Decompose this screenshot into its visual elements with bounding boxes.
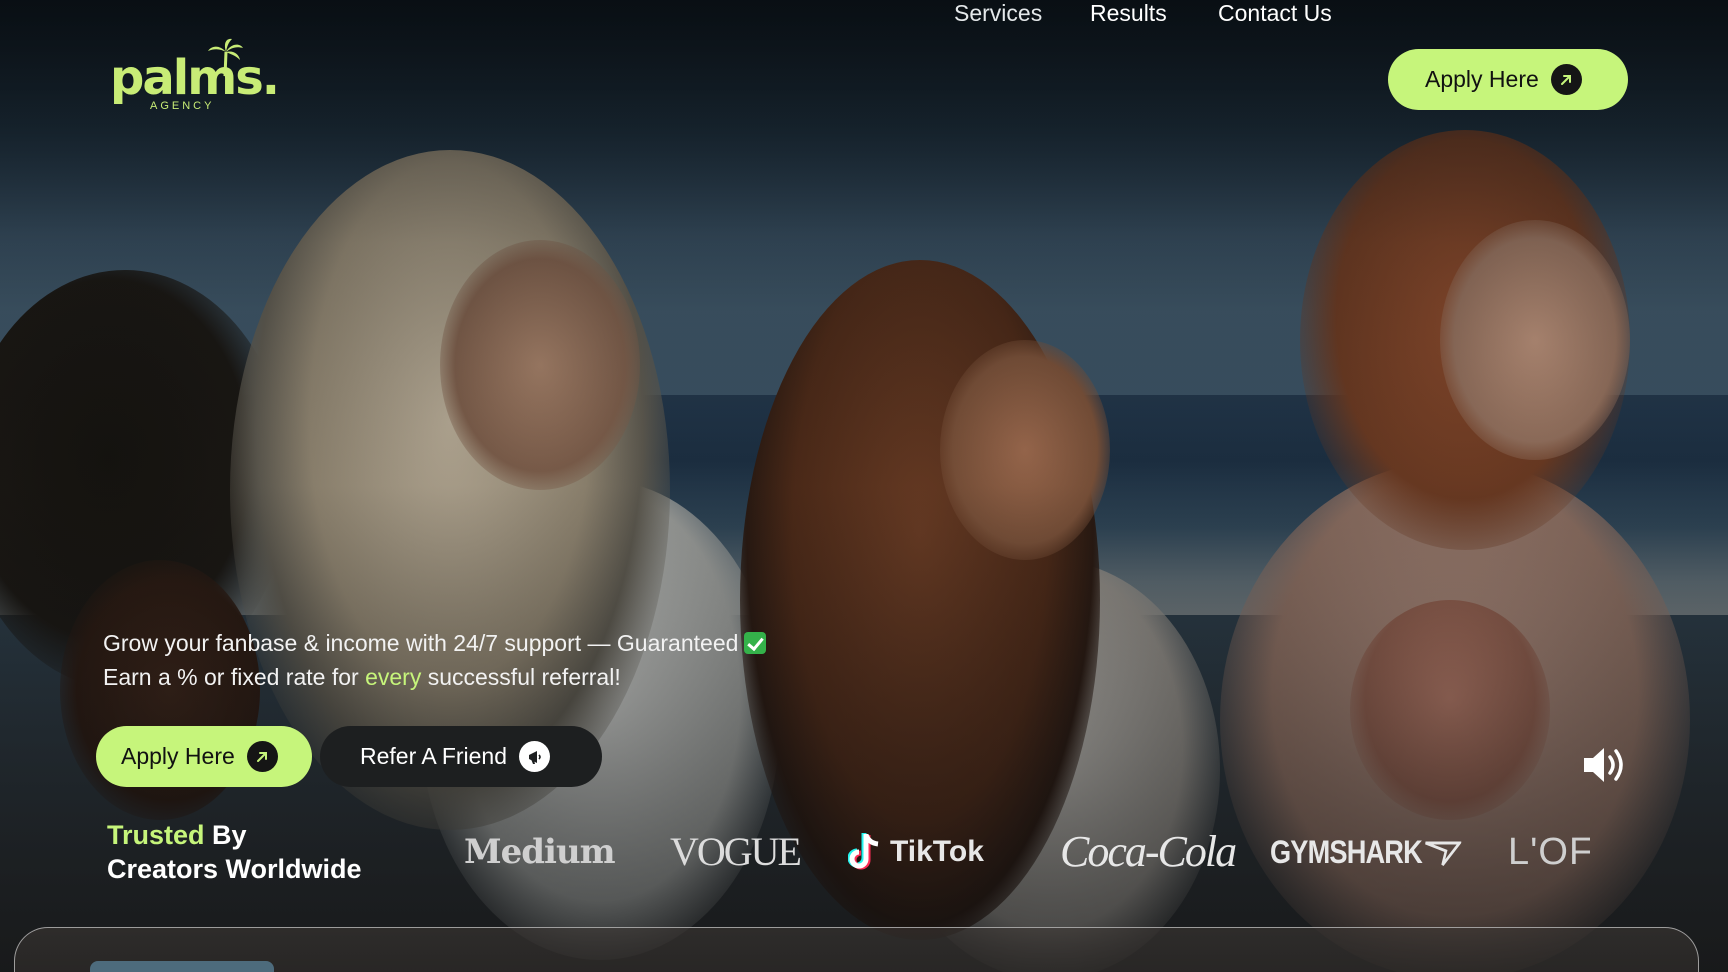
trusted-line1: Trusted By bbox=[107, 818, 362, 852]
hero-apply-label: Apply Here bbox=[121, 743, 235, 769]
hero-line1-text: Grow your fanbase & income with 24/7 sup… bbox=[103, 630, 739, 656]
gymshark-fin-icon bbox=[1424, 841, 1461, 867]
nav-link-results[interactable]: Results bbox=[1090, 0, 1167, 27]
hero-line2-accent: every bbox=[365, 664, 422, 690]
hero-tagline: Grow your fanbase & income with 24/7 sup… bbox=[103, 626, 767, 694]
check-mark-icon bbox=[744, 632, 767, 654]
brand-logo-coca-cola: Coca-Cola bbox=[1060, 827, 1237, 876]
megaphone-icon bbox=[519, 741, 551, 772]
hero-tagline-line2: Earn a % or fixed rate for every success… bbox=[103, 660, 766, 694]
next-section-tab bbox=[90, 961, 274, 972]
brand-logo[interactable]: palms. AGENCY bbox=[110, 38, 280, 118]
hero-apply-button[interactable]: Apply Here bbox=[96, 726, 312, 787]
arrow-up-right-icon bbox=[246, 741, 278, 772]
trusted-accent: Trusted bbox=[107, 820, 205, 850]
gymshark-wordmark: GYMSHARK bbox=[1270, 834, 1423, 870]
hero-line2-post: successful referral! bbox=[421, 664, 621, 690]
brand-logo-vogue: VOGUE bbox=[670, 829, 802, 874]
brand-logo-gymshark: GYMSHARK bbox=[1270, 822, 1461, 882]
hero-line2-pre: Earn a % or fixed rate for bbox=[103, 664, 366, 690]
logo-wordmark: palms. bbox=[110, 50, 280, 106]
trusted-line2: Creators Worldwide bbox=[107, 854, 362, 884]
refer-friend-button[interactable]: Refer A Friend bbox=[320, 726, 602, 787]
header-apply-button[interactable]: Apply Here bbox=[1388, 49, 1628, 110]
tiktok-note-icon bbox=[848, 833, 879, 870]
brand-logo-tiktok: TikTok bbox=[848, 822, 984, 882]
brand-logo-loreal: L'OF bbox=[1508, 831, 1590, 873]
speaker-volume-icon[interactable] bbox=[1580, 740, 1630, 790]
nav-link-services[interactable]: Services bbox=[954, 0, 1042, 27]
header-apply-label: Apply Here bbox=[1425, 66, 1539, 92]
arrow-up-right-icon bbox=[1550, 64, 1582, 95]
trusted-by-heading: Trusted By Creators Worldwide bbox=[107, 818, 362, 886]
brand-logo-strip: Medium VOGUE TikTok Coca-Cola GYMSHARK L… bbox=[460, 822, 1590, 882]
hero-tagline-line1: Grow your fanbase & income with 24/7 sup… bbox=[103, 626, 767, 660]
nav-link-contact[interactable]: Contact Us bbox=[1218, 0, 1332, 27]
refer-friend-label: Refer A Friend bbox=[360, 743, 508, 769]
trusted-rest: By bbox=[204, 820, 247, 850]
tiktok-wordmark: TikTok bbox=[890, 835, 984, 868]
brand-logo-medium: Medium bbox=[464, 832, 616, 872]
logo-subtext: AGENCY bbox=[150, 100, 215, 112]
